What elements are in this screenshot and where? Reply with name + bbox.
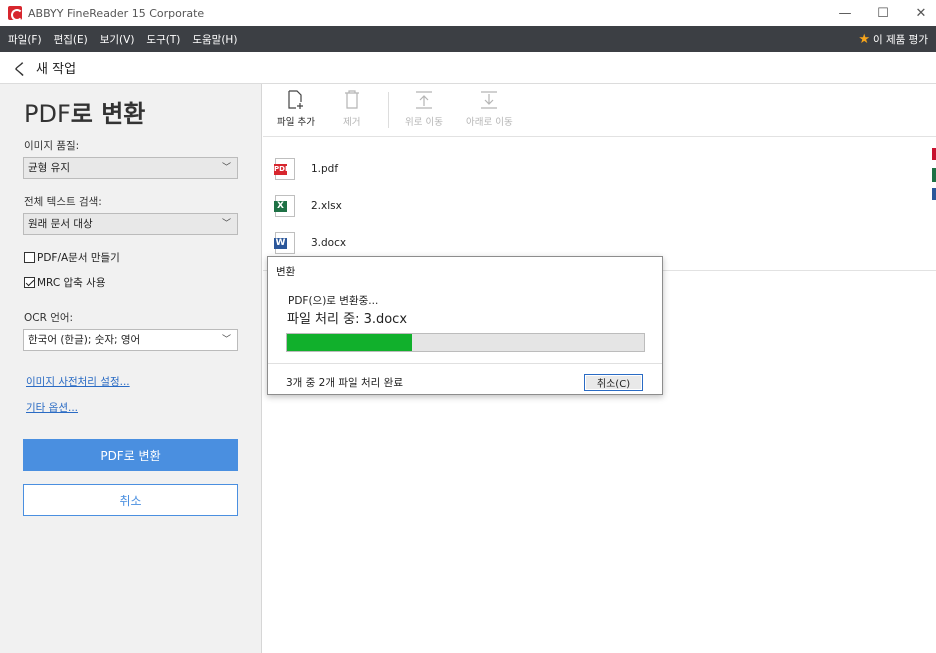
image-quality-select[interactable]: 균형 유지 ﹀: [23, 157, 238, 179]
mrc-label: MRC 압축 사용: [37, 277, 106, 289]
conversion-status: PDF(으)로 변환중...: [288, 295, 379, 307]
title-bar: ABBYY FineReader 15 Corporate — ☐ ✕: [0, 0, 936, 26]
menu-tools[interactable]: 도구(T): [146, 32, 180, 47]
new-task-link[interactable]: 새 작업: [36, 58, 76, 77]
pdfa-checkbox-row[interactable]: PDF/A문서 만들기: [24, 250, 120, 265]
image-preprocess-link[interactable]: 이미지 사전처리 설정...: [26, 374, 130, 389]
rate-product-link[interactable]: ★ 이 제품 평가: [858, 26, 928, 52]
minimize-button[interactable]: —: [838, 6, 852, 21]
dialog-cancel-button[interactable]: 취소(C): [584, 374, 643, 391]
menu-file[interactable]: 파일(F): [8, 32, 42, 47]
add-file-button[interactable]: 파일 추가: [277, 90, 315, 128]
menu-bar: 파일(F) 편집(E) 보기(V) 도구(T) 도움말(H) ★ 이 제품 평가: [0, 26, 936, 52]
fulltext-search-select[interactable]: 원래 문서 대상 ﹀: [23, 213, 238, 235]
abbyy-logo-icon: [8, 6, 23, 21]
progress-bar: [286, 333, 645, 352]
trash-icon: [344, 90, 359, 109]
file-row-pdf[interactable]: PDF 1.pdf: [274, 158, 339, 180]
chevron-down-icon: ﹀: [221, 163, 231, 173]
window-controls: — ☐ ✕: [838, 0, 928, 26]
menu-edit[interactable]: 편집(E): [54, 32, 88, 47]
cancel-button[interactable]: 취소: [23, 484, 238, 516]
dialog-title: 변환: [276, 266, 296, 278]
current-file-label: 파일 처리 중: 3.docx: [287, 312, 408, 327]
progress-summary: 3개 중 2개 파일 처리 완료: [286, 377, 403, 389]
convert-to-pdf-button[interactable]: PDF로 변환: [23, 439, 238, 471]
pdfa-checkbox[interactable]: [24, 252, 35, 263]
move-up-icon: [415, 91, 432, 109]
file-name: 3.docx: [311, 237, 347, 249]
add-file-icon: [288, 90, 303, 109]
window-title: ABBYY FineReader 15 Corporate: [28, 6, 205, 20]
file-row-xlsx[interactable]: X 2.xlsx: [274, 195, 342, 217]
mrc-checkbox-row[interactable]: MRC 압축 사용: [24, 275, 105, 290]
menu-view[interactable]: 보기(V): [100, 32, 135, 47]
image-quality-label: 이미지 품질:: [24, 140, 80, 152]
ocr-language-label: OCR 언어:: [24, 312, 74, 324]
dialog-divider: [268, 363, 662, 364]
background-window-edge: [932, 188, 936, 200]
page-title: PDF로 변환: [24, 100, 146, 128]
pdf-file-icon: PDF: [274, 158, 295, 180]
back-arrow-icon[interactable]: く: [12, 56, 28, 80]
conversion-dialog: 변환 PDF(으)로 변환중... 파일 처리 중: 3.docx 3개 중 2…: [267, 256, 663, 395]
file-name: 2.xlsx: [311, 200, 342, 212]
chevron-down-icon: ﹀: [221, 335, 231, 345]
progress-fill: [287, 334, 412, 351]
move-down-icon: [481, 91, 498, 109]
nav-bar: く 새 작업: [0, 52, 936, 84]
move-up-button[interactable]: 위로 이동: [405, 90, 443, 128]
close-button[interactable]: ✕: [914, 6, 928, 21]
mrc-checkbox[interactable]: [24, 277, 35, 288]
file-row-docx[interactable]: W 3.docx: [274, 232, 347, 254]
remove-button[interactable]: 제거: [343, 90, 360, 128]
file-name: 1.pdf: [311, 163, 339, 175]
background-window-edge: [932, 148, 936, 160]
maximize-button[interactable]: ☐: [876, 6, 890, 21]
pdfa-label: PDF/A문서 만들기: [37, 252, 120, 264]
background-window-edge: [932, 168, 936, 182]
ocr-language-select[interactable]: 한국어 (한글); 숫자; 영어 ﹀: [23, 329, 238, 351]
other-options-link[interactable]: 기타 옵션...: [26, 400, 78, 415]
file-toolbar: 파일 추가 제거 위로 이동 아래로 이동: [263, 84, 936, 137]
chevron-down-icon: ﹀: [221, 219, 231, 229]
rate-product-label: 이 제품 평가: [873, 33, 928, 46]
excel-file-icon: X: [274, 195, 295, 217]
fulltext-search-label: 전체 텍스트 검색:: [24, 196, 102, 208]
word-file-icon: W: [274, 232, 295, 254]
move-down-button[interactable]: 아래로 이동: [466, 90, 513, 128]
toolbar-divider: [388, 92, 389, 128]
menu-help[interactable]: 도움말(H): [192, 32, 237, 47]
star-icon: ★: [858, 31, 871, 47]
settings-panel: PDF로 변환 이미지 품질: 균형 유지 ﹀ 전체 텍스트 검색: 원래 문서 …: [0, 84, 262, 653]
